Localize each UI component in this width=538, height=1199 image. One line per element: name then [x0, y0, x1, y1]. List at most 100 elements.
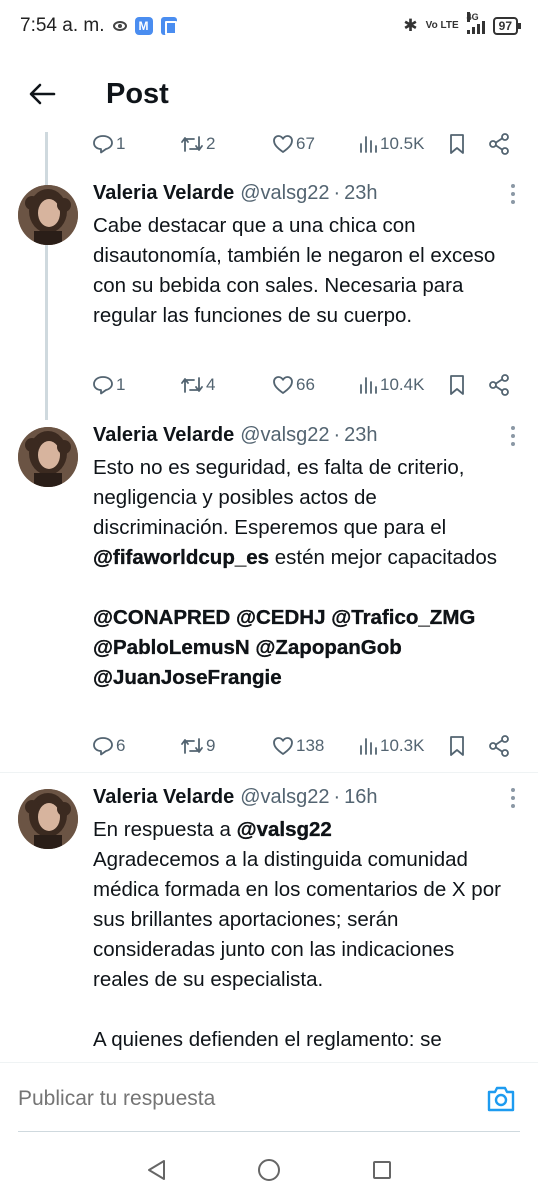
camera-button[interactable] — [486, 1085, 516, 1113]
action-bar: 1 2 67 10.5K — [92, 132, 522, 158]
avatar[interactable] — [18, 185, 78, 245]
more-options-icon[interactable] — [510, 184, 516, 204]
camera-icon — [487, 1086, 515, 1112]
author-handle[interactable]: @valsg22 — [240, 182, 329, 205]
like-button[interactable]: 138 — [272, 736, 324, 756]
tweet-paragraph: A quienes defienden el reglamento: se — [93, 1028, 442, 1051]
mail-icon: M — [134, 17, 153, 35]
bookmark-icon — [450, 375, 464, 395]
post-time: 16h — [344, 785, 378, 808]
network-type: 4G — [466, 12, 479, 22]
reply-icon — [93, 376, 113, 395]
bookmark-icon — [450, 134, 464, 154]
volte-label: Vo LTE — [425, 20, 459, 31]
heart-icon — [273, 737, 293, 755]
circle-home-icon — [257, 1158, 280, 1181]
views-button[interactable]: 10.5K — [358, 134, 424, 154]
mention-link[interactable]: @CONAPRED — [93, 606, 231, 629]
mentions-line: @JuanJoseFrangie — [93, 663, 513, 693]
avatar-image — [18, 427, 78, 487]
like-count: 138 — [296, 736, 325, 755]
mention-link[interactable]: @ZapopanGob — [255, 636, 402, 659]
views-button[interactable]: 10.3K — [358, 736, 424, 756]
mentions-line: @PabloLemusN @ZapopanGob — [93, 633, 513, 663]
reply-count: 1 — [116, 375, 126, 394]
mention-link[interactable]: @CEDHJ — [236, 606, 326, 629]
reply-button[interactable]: 1 — [92, 375, 125, 395]
views-count: 10.3K — [380, 736, 425, 755]
more-options-icon[interactable] — [510, 426, 516, 446]
bookmark-button[interactable] — [448, 735, 466, 757]
tweet-paragraph: Cabe destacar que a una chica con disaut… — [93, 214, 496, 327]
bookmark-button[interactable] — [448, 374, 466, 396]
views-icon — [360, 377, 377, 394]
page-title: Post — [106, 77, 169, 110]
author-name[interactable]: Valeria Velarde — [93, 424, 234, 447]
tweet-text: En respuesta a @valsg22 Agradecemos a la… — [93, 815, 513, 1055]
avatar-image — [18, 789, 78, 849]
reply-button[interactable]: 1 — [92, 134, 125, 154]
mention-link[interactable]: @JuanJoseFrangie — [93, 666, 282, 689]
tweet-text: Esto no es seguridad, es falta de criter… — [93, 453, 513, 693]
arrow-left-icon — [29, 83, 56, 105]
mention-link[interactable]: @Trafico_ZMG — [331, 606, 475, 629]
views-icon — [360, 136, 377, 153]
tweet-header: Valeria Velarde @valsg22 · 16h — [93, 782, 518, 812]
author-name[interactable]: Valeria Velarde — [93, 786, 234, 809]
action-bar: 6 9 138 10.3K — [92, 732, 522, 760]
tweet-header: Valeria Velarde @valsg22 · 23h — [93, 420, 518, 450]
repost-button[interactable]: 2 — [180, 134, 215, 154]
like-count: 67 — [296, 134, 315, 153]
post-time: 23h — [344, 181, 378, 204]
author-name[interactable]: Valeria Velarde — [93, 182, 234, 205]
post-time: 23h — [344, 423, 378, 446]
eye-icon — [112, 21, 127, 31]
nav-recents-button[interactable] — [367, 1155, 397, 1185]
avatar-image — [18, 185, 78, 245]
mention-link[interactable]: @fifaworldcup_es — [93, 546, 269, 569]
views-button[interactable]: 10.4K — [358, 375, 424, 395]
tweet-text-part: estén mejor capacitados — [269, 546, 497, 569]
like-button[interactable]: 67 — [272, 134, 315, 154]
views-count: 10.5K — [380, 134, 425, 153]
repost-icon — [181, 738, 203, 754]
separator: · — [333, 423, 341, 446]
back-button[interactable] — [12, 64, 72, 124]
share-button[interactable] — [488, 735, 510, 757]
share-icon — [489, 133, 509, 155]
nav-back-button[interactable] — [141, 1155, 171, 1185]
status-bar: 7:54 a. m. M ✱ Vo LTE 4G 97 — [0, 0, 538, 52]
thread-connector — [45, 132, 48, 420]
share-button[interactable] — [488, 133, 510, 155]
status-time: 7:54 a. m. — [20, 15, 105, 36]
reply-context: En respuesta a @valsg22 — [93, 815, 513, 845]
bookmark-button[interactable] — [448, 133, 466, 155]
reply-button[interactable]: 6 — [92, 736, 125, 756]
repost-button[interactable]: 9 — [180, 736, 215, 756]
share-button[interactable] — [488, 374, 510, 396]
like-button[interactable]: 66 — [272, 375, 315, 395]
signal-icon: 4G — [466, 12, 485, 34]
repost-count: 2 — [206, 134, 216, 153]
separator: · — [333, 785, 341, 808]
mention-link[interactable]: @PabloLemusN — [93, 636, 250, 659]
system-nav-bar — [0, 1140, 538, 1199]
triangle-back-icon — [148, 1159, 166, 1180]
repost-button[interactable]: 4 — [180, 375, 215, 395]
reply-count: 1 — [116, 134, 126, 153]
avatar[interactable] — [18, 427, 78, 487]
nav-home-button[interactable] — [254, 1155, 284, 1185]
author-handle[interactable]: @valsg22 — [240, 424, 329, 447]
separator: · — [333, 181, 341, 204]
tweet-divider — [0, 772, 538, 773]
more-options-icon[interactable] — [510, 788, 516, 808]
author-handle[interactable]: @valsg22 — [240, 786, 329, 809]
avatar[interactable] — [18, 789, 78, 849]
mention-link[interactable]: @valsg22 — [236, 818, 332, 841]
reply-count: 6 — [116, 736, 126, 755]
repost-icon — [181, 377, 203, 393]
reply-prefix: En respuesta a — [93, 818, 237, 841]
repost-count: 9 — [206, 736, 216, 755]
reply-input[interactable] — [18, 1086, 448, 1111]
reply-icon — [93, 135, 113, 154]
